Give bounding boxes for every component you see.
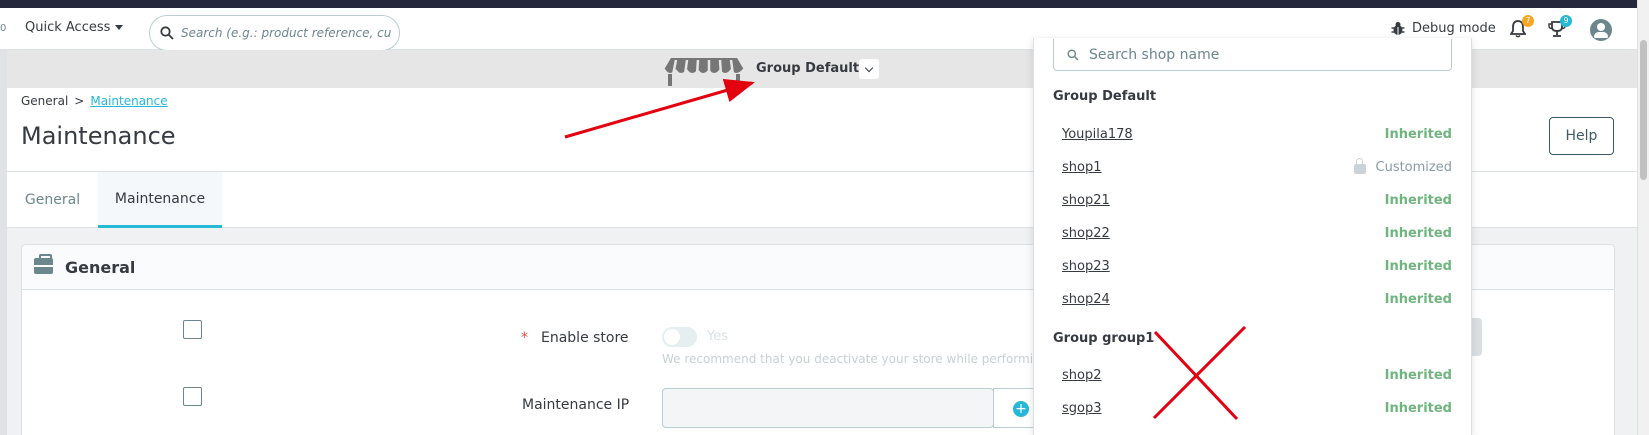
bug-icon xyxy=(1391,22,1405,35)
shop-status-customized: Customized xyxy=(1353,158,1453,175)
shop-link[interactable]: Youpila178 xyxy=(1062,127,1133,142)
search-icon xyxy=(1067,49,1079,60)
tab-general[interactable]: General xyxy=(7,172,98,228)
shop-row: shop23 Inherited xyxy=(1053,252,1452,280)
debug-mode-label: Debug mode xyxy=(1412,21,1496,36)
caret-down-icon xyxy=(115,25,124,30)
enable-store-toggle[interactable] xyxy=(662,327,697,347)
shop-status: Inherited xyxy=(1384,291,1452,307)
shop-row: shop1 Customized xyxy=(1053,153,1452,181)
maintenance-ip-label: Maintenance IP xyxy=(522,397,630,413)
help-button[interactable]: Help xyxy=(1549,117,1614,155)
page-title: Maintenance xyxy=(21,122,176,150)
shop-row: shop24 Inherited xyxy=(1053,285,1452,313)
shop-link[interactable]: shop23 xyxy=(1062,259,1110,274)
shop-status: Inherited xyxy=(1384,126,1452,142)
current-shop-name[interactable]: Group Default xyxy=(756,61,859,76)
shop-row: Youpila178 Inherited xyxy=(1053,120,1452,148)
shop-link[interactable]: shop24 xyxy=(1062,292,1110,307)
shop-search[interactable] xyxy=(1053,39,1452,71)
shop-link[interactable]: shop2 xyxy=(1062,368,1102,383)
breadcrumb-separator: > xyxy=(74,94,85,108)
enable-store-label: Enable store xyxy=(541,330,629,346)
shop-selector-toggle[interactable] xyxy=(859,59,879,79)
shop-status: Inherited xyxy=(1384,400,1452,416)
lock-icon xyxy=(1353,158,1366,174)
scrollbar-thumb[interactable] xyxy=(1640,40,1647,180)
shop-status: Customized xyxy=(1375,159,1453,175)
enable-store-help: We recommend that you deactivate your st… xyxy=(662,352,1064,366)
debug-mode-link[interactable]: Debug mode xyxy=(1391,21,1496,36)
group-title: Group group1 xyxy=(1053,331,1155,346)
shop-search-input[interactable] xyxy=(1089,46,1439,63)
group-title: Group Default xyxy=(1053,89,1157,104)
shop-status: Inherited xyxy=(1384,192,1452,208)
shop-row: sgop3 Inherited xyxy=(1053,394,1452,422)
quick-access-label: Quick Access xyxy=(25,20,111,35)
sidebar-edge-marker: 0 xyxy=(0,23,7,34)
notifications-badge: 7 xyxy=(1522,15,1534,27)
global-search[interactable] xyxy=(149,15,400,51)
global-search-input[interactable] xyxy=(181,26,391,40)
enable-store-value: Yes xyxy=(707,329,728,344)
shop-status: Inherited xyxy=(1384,258,1452,274)
breadcrumb: General > Maintenance xyxy=(21,94,168,108)
breadcrumb-current-link[interactable]: Maintenance xyxy=(90,94,167,108)
maintenance-ip-input[interactable] xyxy=(662,388,994,428)
left-sidebar-edge xyxy=(0,50,7,435)
shop-link[interactable]: shop21 xyxy=(1062,193,1110,208)
tab-maintenance[interactable]: Maintenance xyxy=(98,172,222,228)
shop-link[interactable]: sgop3 xyxy=(1062,401,1102,416)
briefcase-icon xyxy=(34,254,53,274)
shop-row: shop22 Inherited xyxy=(1053,219,1452,247)
search-icon xyxy=(160,26,174,40)
shop-status: Inherited xyxy=(1384,367,1452,383)
plus-circle-icon: + xyxy=(1013,401,1029,417)
shop-link[interactable]: shop22 xyxy=(1062,226,1110,241)
row-checkbox[interactable] xyxy=(183,387,202,406)
notifications-button[interactable]: 7 xyxy=(1509,15,1534,42)
browser-top-strip xyxy=(0,0,1649,8)
shop-row: shop2 Inherited xyxy=(1053,361,1452,389)
orders-button[interactable]: 9 xyxy=(1548,15,1572,42)
orders-badge: 9 xyxy=(1560,15,1572,27)
user-icon[interactable] xyxy=(1590,19,1612,41)
card-title: General xyxy=(65,258,136,277)
shop-awning-icon xyxy=(664,58,744,86)
chevron-down-icon xyxy=(864,63,874,72)
row-checkbox[interactable] xyxy=(183,320,202,339)
required-marker: * xyxy=(521,330,528,346)
breadcrumb-parent: General xyxy=(21,94,69,108)
shop-row: shop21 Inherited xyxy=(1053,186,1452,214)
shop-status: Inherited xyxy=(1384,225,1452,241)
quick-access-menu[interactable]: Quick Access xyxy=(25,20,124,35)
shop-link[interactable]: shop1 xyxy=(1062,160,1102,175)
